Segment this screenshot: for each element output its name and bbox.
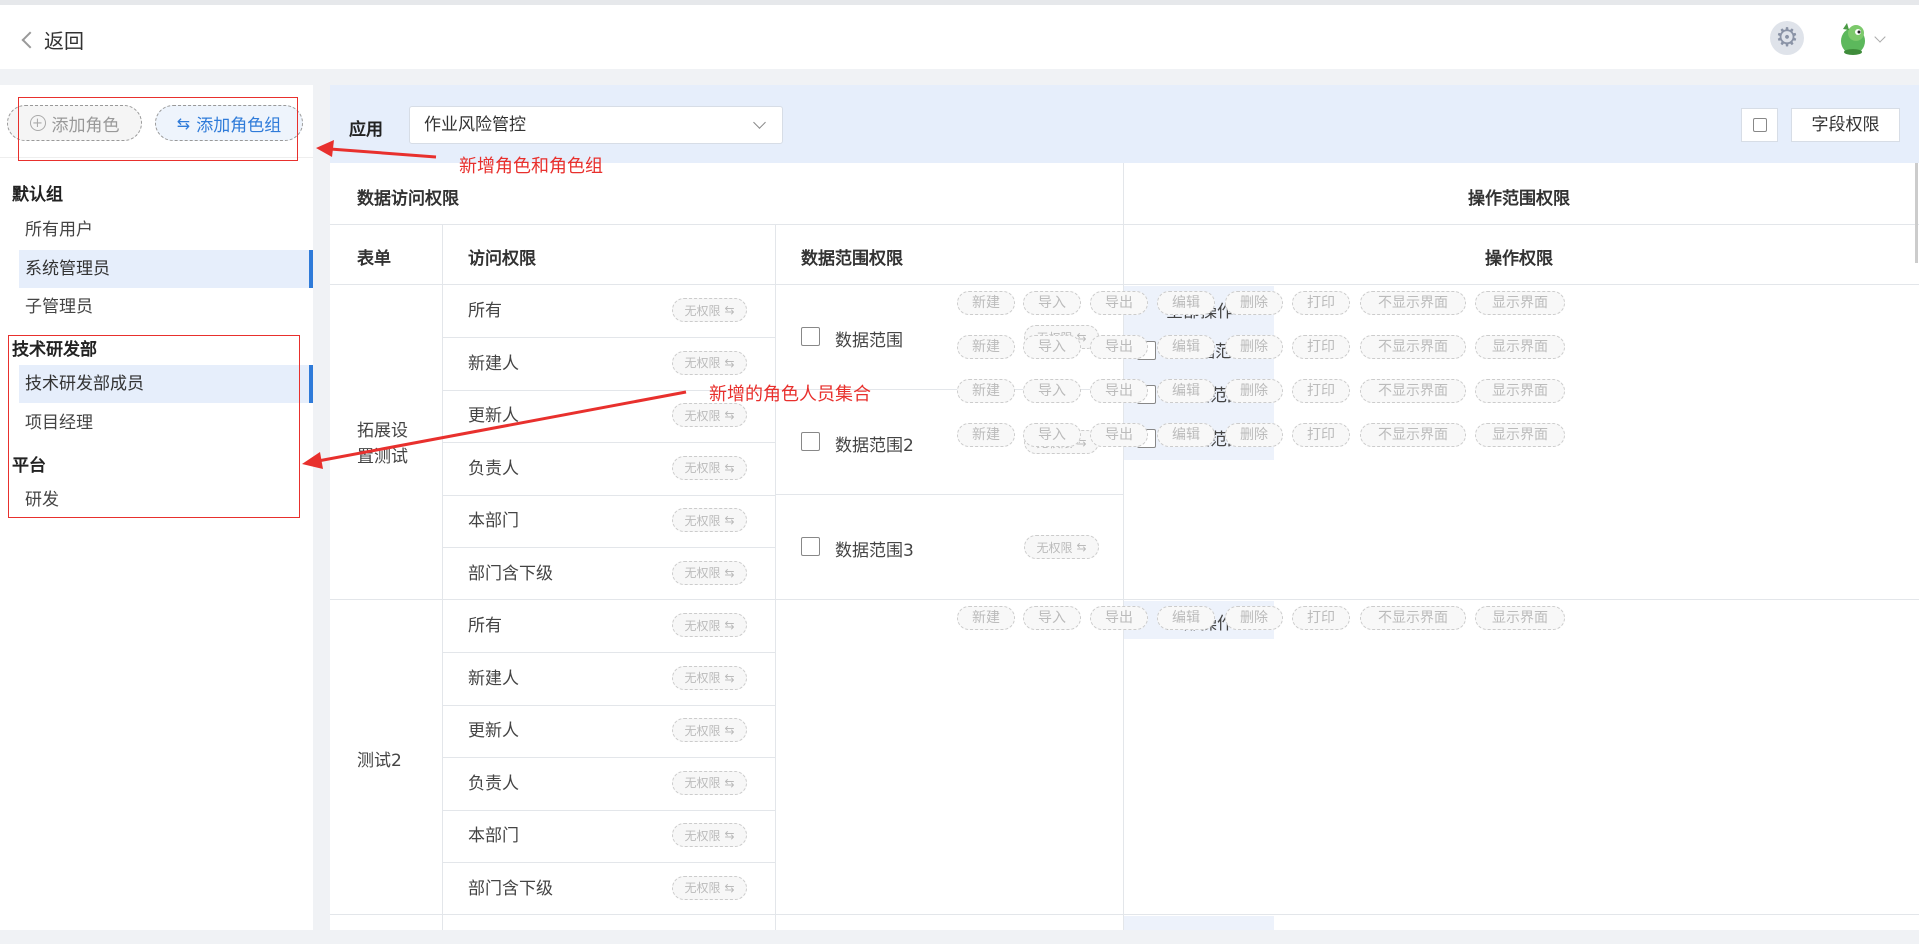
annotation-arrows bbox=[302, 140, 687, 469]
